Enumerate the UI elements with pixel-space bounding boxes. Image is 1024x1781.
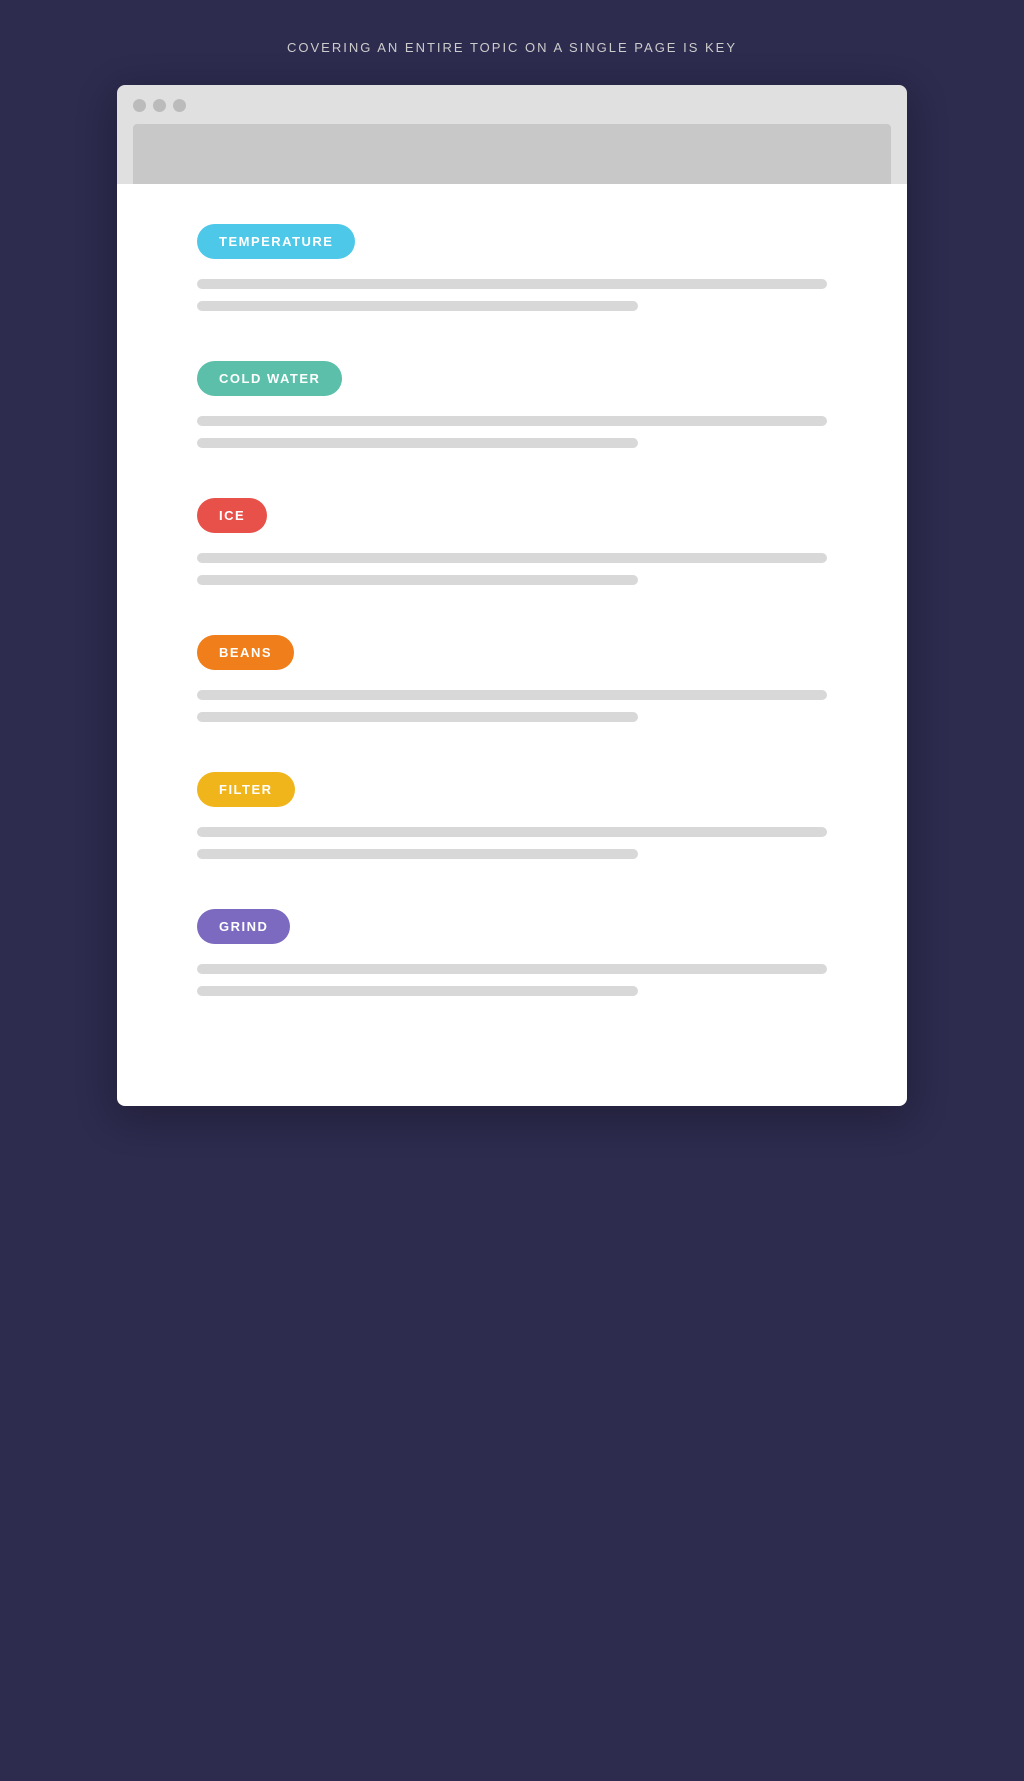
placeholder-line: [197, 690, 827, 700]
section-ice: ICE: [197, 498, 827, 585]
placeholder-line: [197, 301, 638, 311]
tag-ice: ICE: [197, 498, 267, 533]
placeholder-line: [197, 416, 827, 426]
browser-dot-3: [173, 99, 186, 112]
placeholder-line: [197, 438, 638, 448]
placeholder-line: [197, 575, 638, 585]
browser-content: TEMPERATURE COLD WATER ICE BEANS FIL: [117, 184, 907, 1106]
browser-addressbar: [133, 124, 891, 184]
browser-window: TEMPERATURE COLD WATER ICE BEANS FIL: [117, 85, 907, 1106]
placeholder-line: [197, 986, 638, 996]
browser-dot-2: [153, 99, 166, 112]
page-wrapper: COVERING AN ENTIRE TOPIC ON A SINGLE PAG…: [0, 40, 1024, 1106]
tag-grind: GRIND: [197, 909, 290, 944]
page-title: COVERING AN ENTIRE TOPIC ON A SINGLE PAG…: [287, 40, 737, 55]
section-beans: BEANS: [197, 635, 827, 722]
tag-temperature: TEMPERATURE: [197, 224, 355, 259]
placeholder-line: [197, 553, 827, 563]
placeholder-line: [197, 712, 638, 722]
placeholder-line: [197, 827, 827, 837]
placeholder-line: [197, 849, 638, 859]
placeholder-line: [197, 279, 827, 289]
browser-chrome: [117, 85, 907, 184]
section-temperature: TEMPERATURE: [197, 224, 827, 311]
section-grind: GRIND: [197, 909, 827, 996]
browser-dot-1: [133, 99, 146, 112]
tag-beans: BEANS: [197, 635, 294, 670]
tag-cold-water: COLD WATER: [197, 361, 342, 396]
section-filter: FILTER: [197, 772, 827, 859]
tag-filter: FILTER: [197, 772, 295, 807]
browser-dots: [133, 99, 891, 112]
section-cold-water: COLD WATER: [197, 361, 827, 448]
placeholder-line: [197, 964, 827, 974]
